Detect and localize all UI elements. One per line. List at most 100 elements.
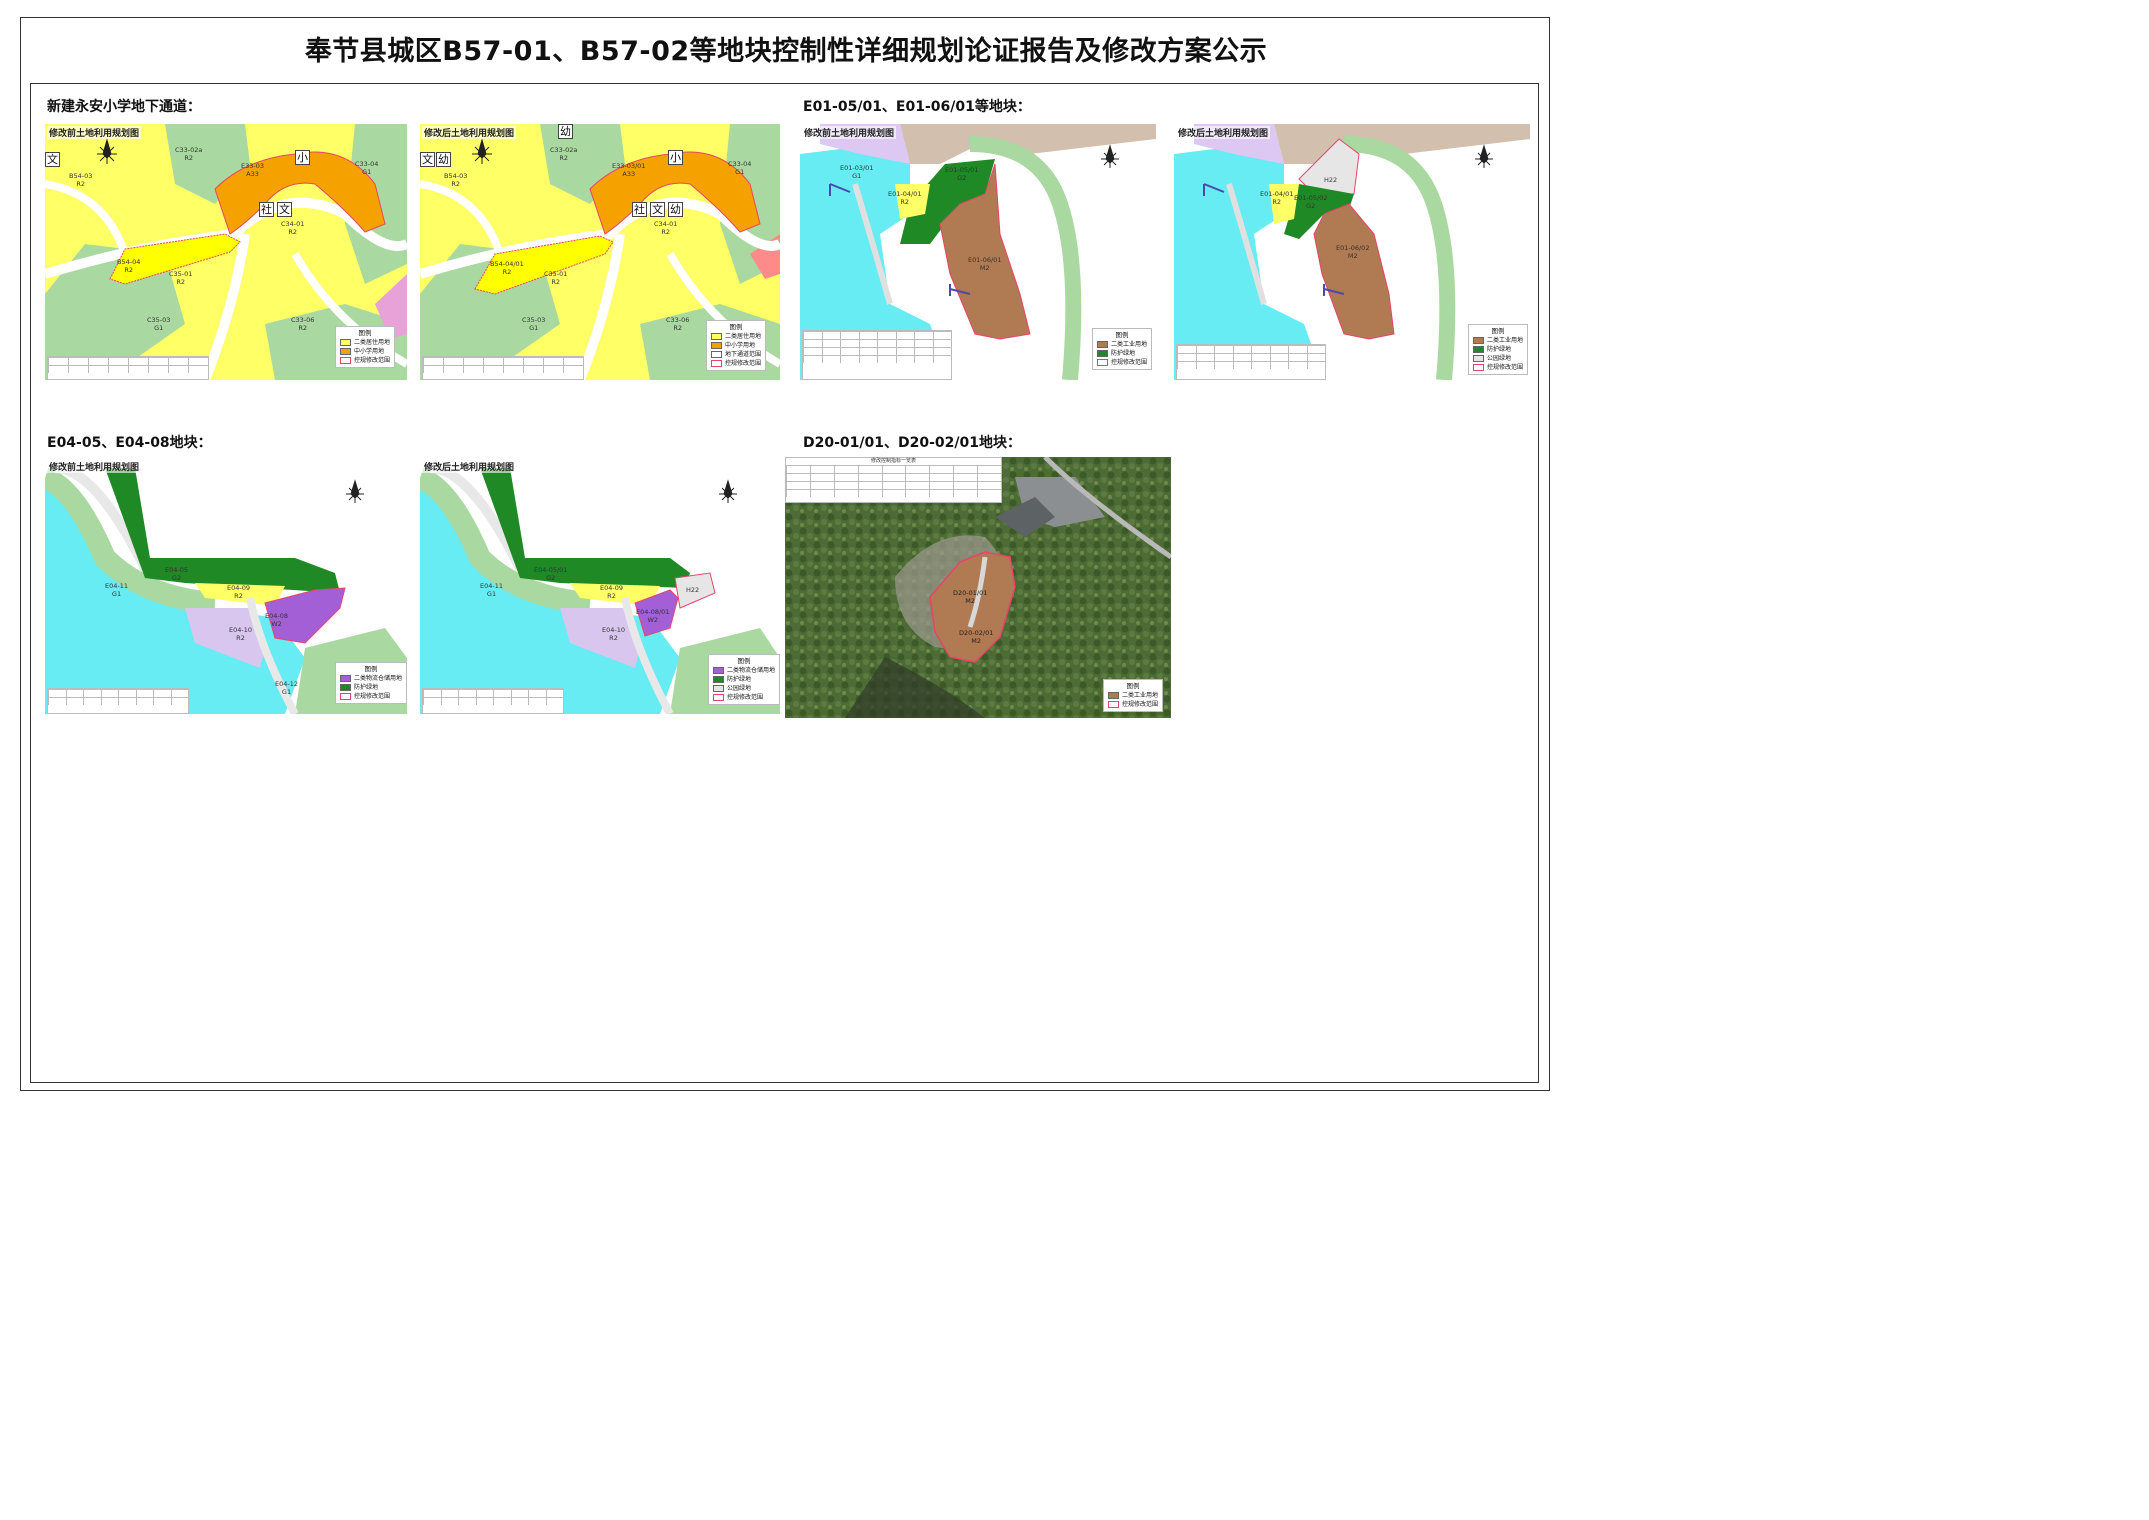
- parcel-label: E33-03/01 A33: [612, 162, 646, 178]
- legend-label: 控规修改范围: [1122, 701, 1159, 708]
- swatch: [711, 351, 722, 358]
- legend-item: 控规修改范围: [1097, 358, 1147, 367]
- map-before-1: 修改前土地利用规划图 E33-03 A33 B54-04 R2 C34-01 R…: [45, 124, 407, 380]
- facility-symbol: 文: [650, 202, 665, 217]
- legend-label: 地下通道范围: [725, 351, 762, 358]
- facility-symbol: 文: [420, 152, 435, 167]
- legend-label: 中小学用地: [354, 348, 385, 355]
- legend-label: 二类物流仓储用地: [354, 675, 403, 682]
- legend-item: 公园绿地: [713, 684, 775, 693]
- legend-label: 防护绿地: [727, 676, 752, 683]
- parcel-label: E04-09 R2: [227, 584, 250, 600]
- legend-item: 二类物流仓储用地: [713, 666, 775, 675]
- facility-symbol: 文: [277, 202, 292, 217]
- parcel-label: E01-04/01 R2: [1260, 190, 1294, 206]
- legend-label: 二类工业用地: [1122, 692, 1159, 699]
- parcel-label: E04-05 G2: [165, 566, 188, 582]
- legend-title: 图例: [1491, 327, 1505, 335]
- satellite-map: 修改控制指标一览表 D20-01/01 M2 D20-02/01 M2 图例 二…: [785, 457, 1171, 718]
- parcel-label: C33-06 R2: [291, 316, 315, 332]
- facility-symbol: 社: [259, 202, 274, 217]
- swatch: [713, 667, 724, 674]
- legend-label: 防护绿地: [1487, 346, 1512, 353]
- legend-item: 二类工业用地: [1108, 691, 1158, 700]
- legend-item: 二类物流仓储用地: [340, 674, 402, 683]
- parcel-label: C33-04 G1: [355, 160, 379, 176]
- parcel-label: E01-03/01 G1: [840, 164, 874, 180]
- parcel-label: C33-02a R2: [550, 146, 578, 162]
- swatch: [711, 333, 722, 340]
- legend-item: 防护绿地: [713, 675, 775, 684]
- parcel-label: E04-12 G1: [275, 680, 298, 696]
- map-4-title: 修改后土地利用规划图: [1176, 126, 1271, 139]
- facility-symbol: 小: [295, 150, 310, 165]
- parcel-label: E01-04/01 R2: [888, 190, 922, 206]
- parcel-label: C35-03 G1: [522, 316, 546, 332]
- legend-item: 防护绿地: [1473, 345, 1523, 354]
- indicator-table: [1176, 344, 1326, 380]
- parcel-label: C33-06 R2: [666, 316, 690, 332]
- facility-symbol: 幼: [436, 152, 451, 167]
- facility-symbol: 幼: [558, 124, 573, 139]
- swatch: [340, 693, 351, 700]
- parcel-label: E01-05/01 G2: [945, 166, 979, 182]
- table-caption: 修改控制指标一览表: [870, 458, 916, 464]
- legend-item: 中小学用地: [340, 347, 390, 356]
- legend-item: 地下通道范围: [711, 350, 761, 359]
- legend: 图例 二类工业用地 控规修改范围: [1103, 679, 1164, 712]
- swatch: [340, 684, 351, 691]
- legend-label: 公园绿地: [1487, 355, 1512, 362]
- parcel-label: E04-11 G1: [480, 582, 503, 598]
- map-2-title: 修改后土地利用规划图: [422, 126, 517, 139]
- legend-label: 控规修改范围: [727, 694, 764, 701]
- swatch: [1097, 350, 1108, 357]
- parcel-label: E04-05/01 G2: [534, 566, 568, 582]
- swatch: [340, 675, 351, 682]
- parcel-label: C35-01 R2: [169, 270, 193, 286]
- swatch: [1097, 341, 1108, 348]
- swatch: [711, 342, 722, 349]
- parcel-label: E01-06/01 M2: [968, 256, 1002, 272]
- parcel-label: B54-03 R2: [69, 172, 93, 188]
- swatch: [1108, 701, 1119, 708]
- legend: 图例 二类工业用地 防护绿地 控规修改范围: [1092, 328, 1153, 370]
- legend-item: 二类居住用地: [711, 332, 761, 341]
- page-title: 奉节县城区B57-01、B57-02等地块控制性详细规划论证报告及修改方案公示: [304, 36, 1268, 67]
- swatch: [713, 676, 724, 683]
- parcel-label: E33-03 A33: [241, 162, 264, 178]
- legend-title: 图例: [1115, 331, 1129, 339]
- swatch: [1108, 692, 1119, 699]
- legend: 图例 二类物流仓储用地 防护绿地 公园绿地 控规修改范围: [708, 654, 780, 705]
- facility-symbol: 社: [632, 202, 647, 217]
- parcel-label: B54-04 R2: [117, 258, 141, 274]
- facility-symbol: 文: [45, 152, 60, 167]
- legend-title: 图例: [737, 657, 751, 665]
- parcel-label: D20-01/01 M2: [953, 589, 988, 605]
- legend-label: 公园绿地: [727, 685, 752, 692]
- swatch: [711, 360, 722, 367]
- legend-label: 防护绿地: [354, 684, 379, 691]
- swatch: [713, 685, 724, 692]
- parcel-label: C34-01 R2: [654, 220, 678, 236]
- parcel-label: H22: [1324, 176, 1338, 184]
- indicator-table: [47, 356, 209, 380]
- legend-label: 控规修改范围: [1487, 364, 1524, 371]
- legend-label: 防护绿地: [1111, 350, 1136, 357]
- facility-symbol: 小: [668, 150, 683, 165]
- legend-label: 控规修改范围: [354, 357, 391, 364]
- legend-item: 控规修改范围: [340, 692, 402, 701]
- legend-label: 二类工业用地: [1487, 337, 1524, 344]
- legend: 图例 二类物流仓储用地 防护绿地 控规修改范围: [335, 662, 407, 704]
- legend-item: 防护绿地: [1097, 349, 1147, 358]
- swatch: [1473, 337, 1484, 344]
- indicator-table: [422, 688, 564, 714]
- indicator-table: [802, 330, 952, 380]
- legend-item: 中小学用地: [711, 341, 761, 350]
- legend-item: 防护绿地: [340, 683, 402, 692]
- parcel-label: H22: [686, 586, 700, 594]
- indicator-table: [47, 688, 189, 714]
- section-title-1: 新建永安小学地下通道：: [47, 99, 201, 115]
- legend-title: 图例: [364, 665, 378, 673]
- map-5-title: 修改前土地利用规划图: [47, 460, 142, 473]
- parcel-label: E01-06/02 M2: [1336, 244, 1370, 260]
